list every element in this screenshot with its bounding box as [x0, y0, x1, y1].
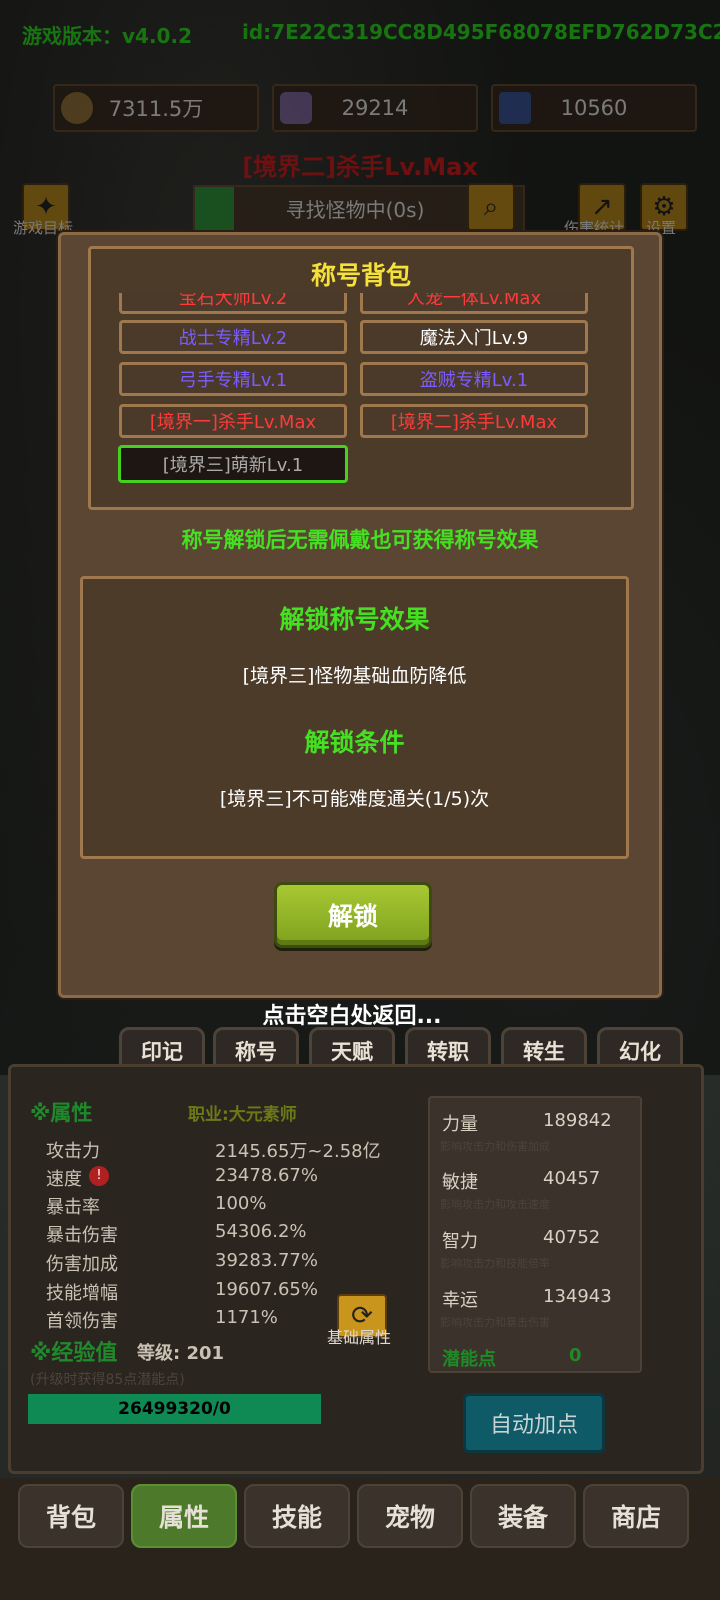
stat-value: 23478.67%	[215, 1165, 318, 1186]
stat-value: 39283.77%	[215, 1250, 318, 1271]
core-stat-value: 40457	[543, 1168, 601, 1189]
job-text: 职业:大元素师	[188, 1105, 297, 1125]
potential-label: 潜能点	[442, 1349, 496, 1370]
effect-text: [境界三]怪物基础血防降低	[242, 665, 467, 687]
core-stat-desc: 影响攻击力和技能倍率	[440, 1257, 550, 1270]
stat-value: 19607.65%	[215, 1279, 318, 1300]
core-stat-value: 189842	[543, 1110, 612, 1131]
title-hint: 称号解锁后无需佩戴也可获得称号效果	[181, 528, 539, 552]
nav-attributes[interactable]: 属性	[131, 1484, 237, 1548]
core-stat-value: 134943	[543, 1286, 612, 1307]
stat-value: 1171%	[215, 1307, 278, 1328]
base-attr-label: 基础属性	[327, 1328, 392, 1347]
exp-bar: 26499320/0	[28, 1394, 321, 1424]
stat-label: 速度	[46, 1169, 82, 1190]
unlock-button[interactable]: 解锁	[274, 882, 432, 948]
condition-text: [境界三]不可能难度通关(1/5)次	[219, 788, 490, 810]
condition-heading: 解锁条件	[304, 728, 405, 757]
stat-label: 暴击伤害	[46, 1225, 118, 1246]
stat-label: 技能增幅	[46, 1283, 118, 1304]
stat-label: 首领伤害	[46, 1311, 118, 1332]
potential-value: 0	[569, 1345, 582, 1366]
core-stat-desc: 影响攻击力和暴击伤害	[440, 1316, 550, 1329]
exp-heading: ※经验值	[30, 1341, 118, 1366]
title-item[interactable]: 弓手专精Lv.1	[119, 362, 347, 396]
level-hint: (升级时获得85点潜能点)	[30, 1372, 185, 1388]
stat-value: 100%	[215, 1193, 267, 1214]
title-item[interactable]: [境界一]杀手Lv.Max	[119, 404, 347, 438]
core-stat-desc: 影响攻击力和攻击速度	[440, 1198, 550, 1211]
warning-icon[interactable]: !	[89, 1166, 109, 1186]
core-stat-label: 智力	[442, 1231, 478, 1252]
stat-label: 暴击率	[46, 1197, 100, 1218]
modal-title: 称号背包	[310, 261, 411, 290]
nav-equipment[interactable]: 装备	[470, 1484, 576, 1548]
stat-label: 伤害加成	[46, 1254, 118, 1275]
core-stat-desc: 影响攻击力和伤害加成	[440, 1140, 550, 1153]
title-item[interactable]: 魔法入门Lv.9	[360, 320, 588, 354]
stat-value: 54306.2%	[215, 1221, 307, 1242]
core-stat-label: 幸运	[442, 1290, 478, 1311]
core-stat-label: 力量	[442, 1114, 478, 1135]
back-hint[interactable]: 点击空白处返回...	[0, 998, 704, 1030]
title-item-selected[interactable]: [境界三]萌新Lv.1	[118, 445, 348, 483]
nav-pets[interactable]: 宠物	[357, 1484, 463, 1548]
attribute-heading: ※属性	[30, 1101, 93, 1125]
title-item[interactable]: 人宠一体Lv.Max	[360, 293, 588, 314]
effect-heading: 解锁称号效果	[279, 605, 430, 634]
stat-label: 攻击力	[46, 1141, 100, 1162]
nav-shop[interactable]: 商店	[583, 1484, 689, 1548]
core-stat-value: 40752	[543, 1227, 601, 1248]
title-item[interactable]: [境界二]杀手Lv.Max	[360, 404, 588, 438]
title-item[interactable]: 战士专精Lv.2	[119, 320, 347, 354]
auto-add-button[interactable]: 自动加点	[463, 1393, 605, 1453]
title-item[interactable]: 宝石大师Lv.2	[119, 293, 347, 314]
core-stat-label: 敏捷	[442, 1172, 478, 1193]
level-text: 等级: 201	[137, 1343, 225, 1364]
nav-bag[interactable]: 背包	[18, 1484, 124, 1548]
nav-skills[interactable]: 技能	[244, 1484, 350, 1548]
exp-bar-text: 26499320/0	[118, 1399, 231, 1419]
stat-value: 2145.65万~2.58亿	[215, 1141, 381, 1162]
title-item[interactable]: 盗贼专精Lv.1	[360, 362, 588, 396]
title-list[interactable]: 宝石大师Lv.2 人宠一体Lv.Max 战士专精Lv.2 魔法入门Lv.9 弓手…	[91, 293, 631, 507]
